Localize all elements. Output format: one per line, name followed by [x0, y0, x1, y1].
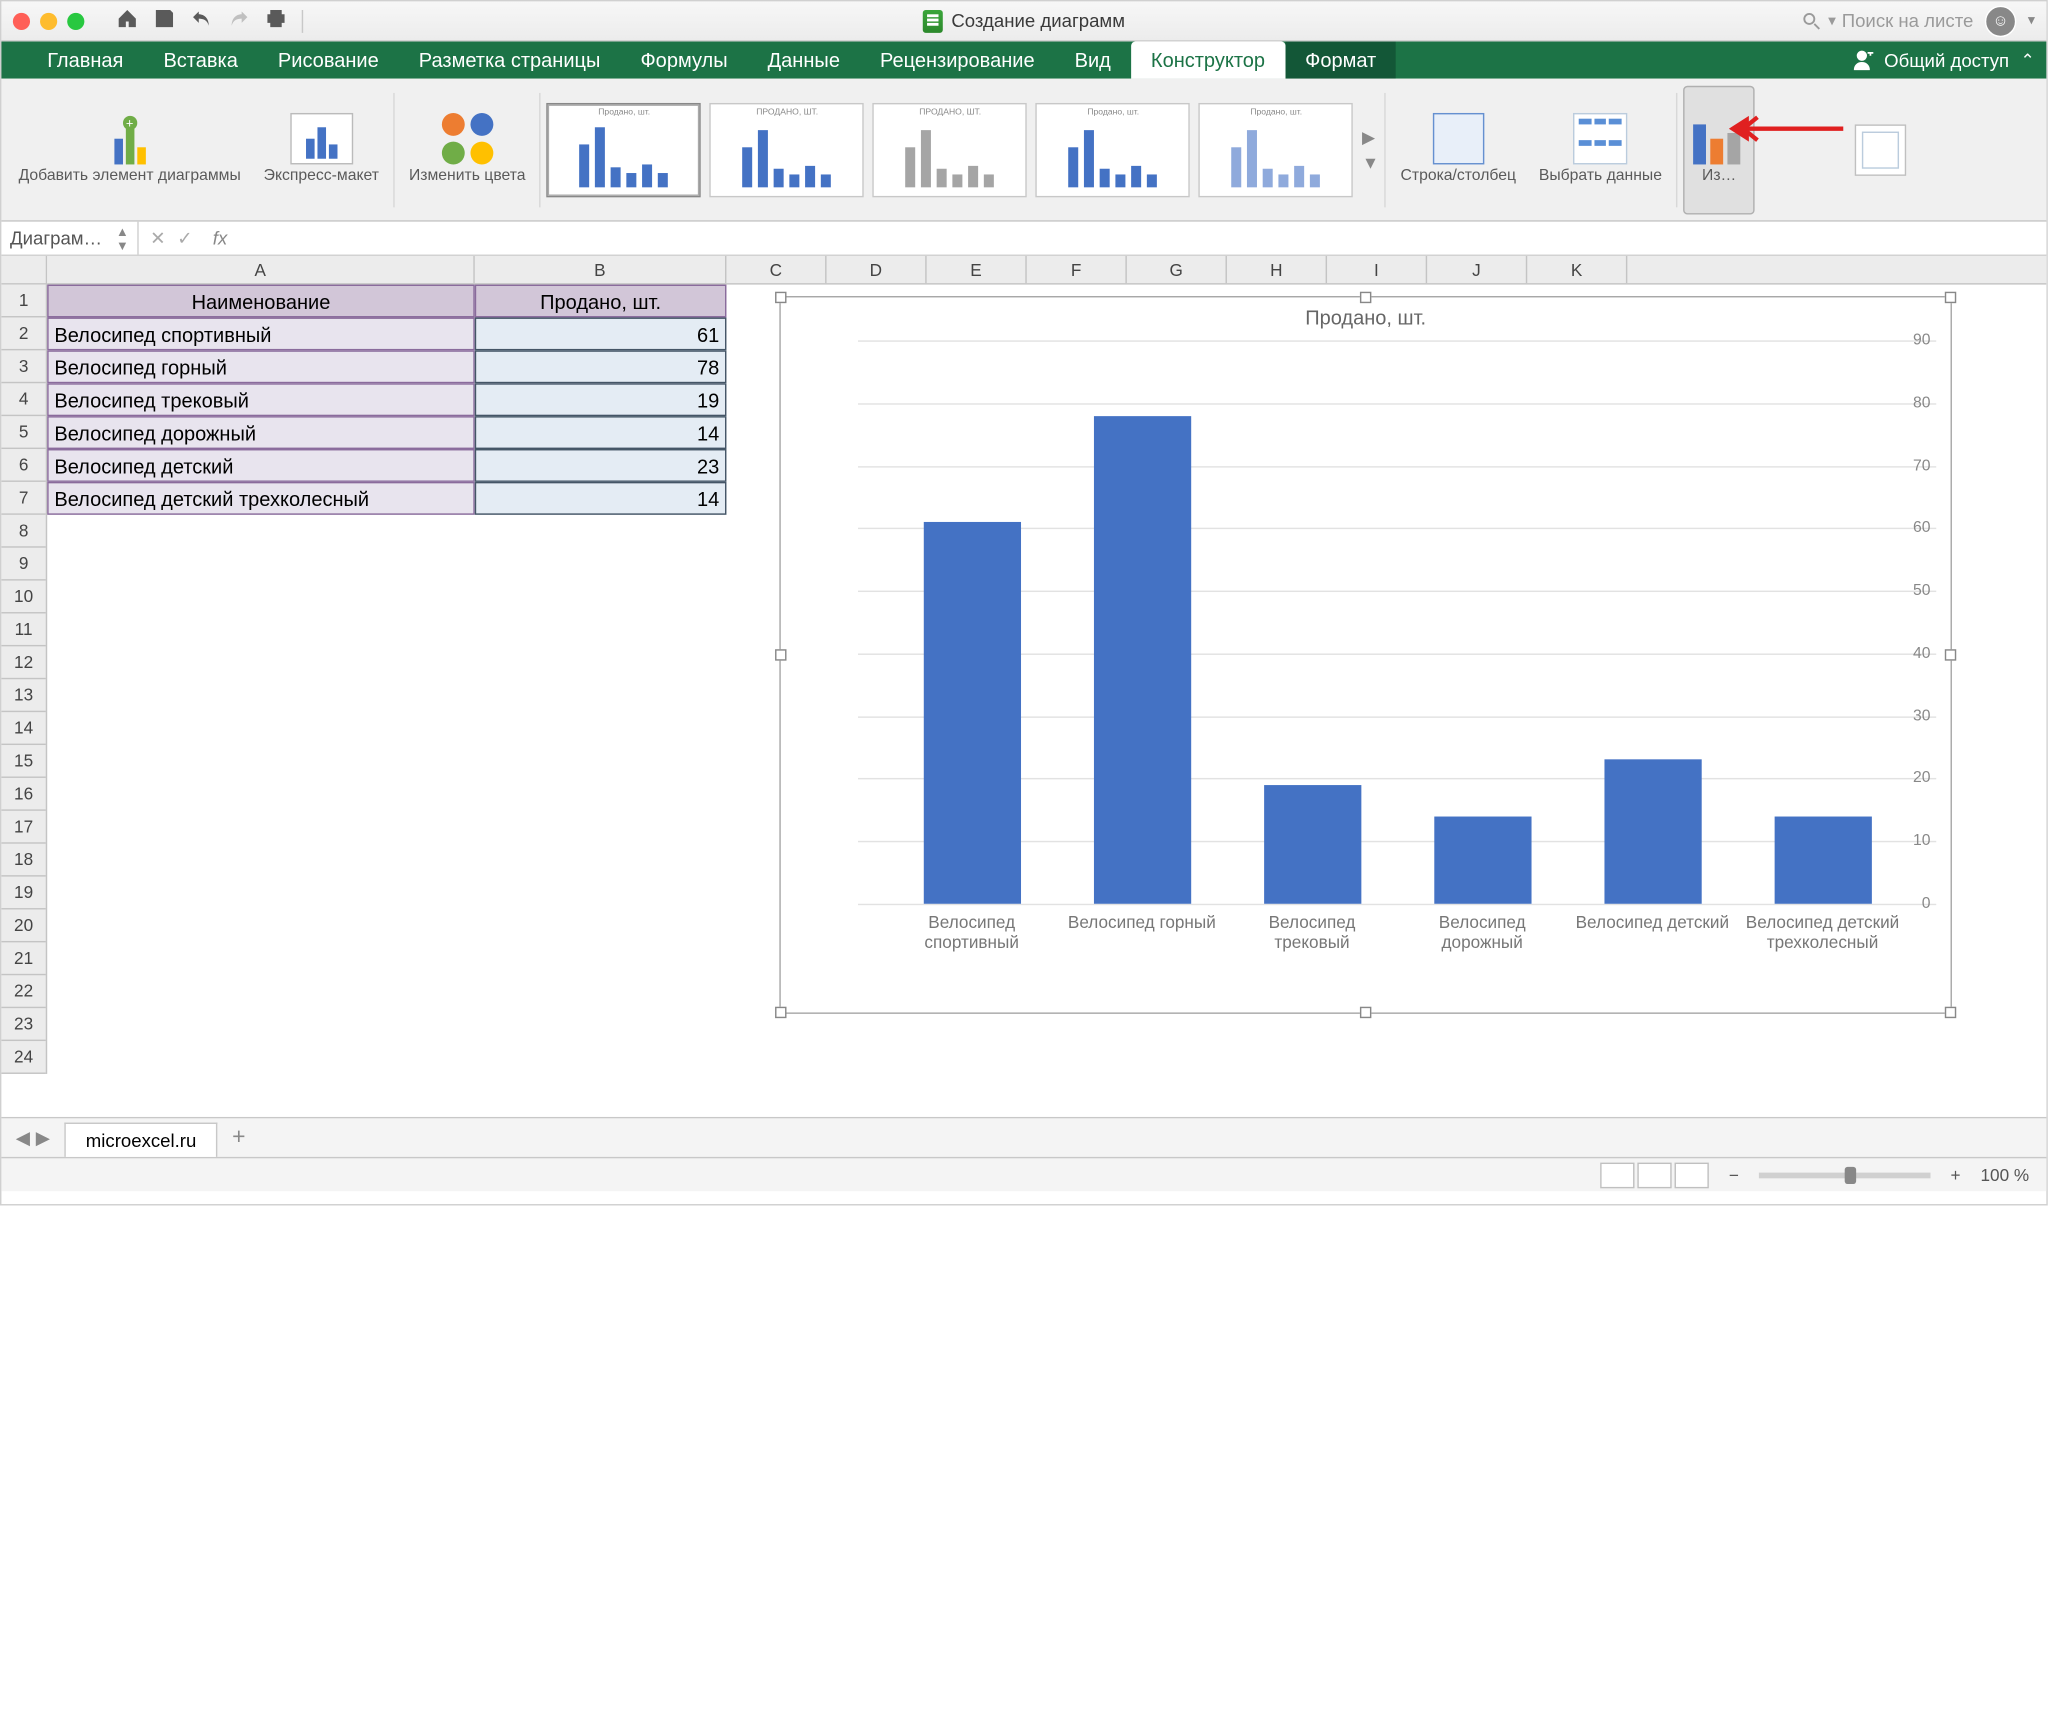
select-all-corner[interactable] — [1, 256, 47, 285]
tab-design[interactable]: Конструктор — [1131, 41, 1285, 78]
collapse-ribbon-icon[interactable]: ⌃ — [2021, 50, 2035, 70]
zoom-out-icon[interactable]: − — [1729, 1165, 1739, 1185]
add-sheet-button[interactable]: + — [218, 1125, 260, 1151]
redo-icon[interactable] — [227, 6, 250, 35]
view-buttons[interactable] — [1600, 1162, 1709, 1188]
share-button[interactable]: Общий доступ — [1853, 49, 2009, 70]
titlebar: Создание диаграмм ▾ Поиск на листе ☺ ▾ — [1, 1, 2046, 41]
zoom-level[interactable]: 100 % — [1981, 1165, 2030, 1185]
switch-row-column-button[interactable]: Строка/столбец — [1392, 85, 1525, 214]
tab-draw[interactable]: Рисование — [258, 41, 399, 78]
status-bar: − + 100 % — [1, 1157, 2046, 1191]
chart-styles-gallery[interactable]: Продано, шт. ПРОДАНО, ШТ. ПРОДАНО, ШТ. П… — [547, 102, 1379, 196]
chart-style-1[interactable]: Продано, шт. — [547, 102, 701, 196]
confirm-icon[interactable]: ✓ — [177, 227, 193, 250]
column-headers[interactable]: ABCDEFGHIJK — [47, 256, 2046, 285]
save-icon[interactable] — [153, 6, 176, 35]
zoom-in-icon[interactable]: + — [1950, 1165, 1960, 1185]
chart-style-4[interactable]: Продано, шт. — [1036, 102, 1190, 196]
chart-style-3[interactable]: ПРОДАНО, ШТ. — [873, 102, 1027, 196]
chart-style-5[interactable]: Продано, шт. — [1199, 102, 1353, 196]
move-chart-button[interactable] — [1846, 85, 1915, 214]
feedback-icon[interactable]: ☺ — [1985, 5, 2016, 36]
chart-x-labels: Велосипед спортивныйВелосипед горныйВело… — [858, 912, 1936, 1004]
next-sheet-icon[interactable]: ▶ — [36, 1126, 50, 1149]
document-title: Создание диаграмм — [923, 9, 1125, 32]
style-gallery-nav[interactable]: ▶▼ — [1362, 127, 1379, 173]
print-icon[interactable] — [265, 6, 288, 35]
row-headers[interactable]: 123456789101112131415161718192021222324 — [1, 285, 47, 1074]
tab-layout[interactable]: Разметка страницы — [399, 41, 621, 78]
name-box[interactable]: Диаграм…▲▼ — [1, 222, 138, 255]
tab-insert[interactable]: Вставка — [143, 41, 257, 78]
tab-review[interactable]: Рецензирование — [860, 41, 1055, 78]
chart-style-2[interactable]: ПРОДАНО, ШТ. — [710, 102, 864, 196]
chart-plot-area[interactable]: 0102030405060708090 — [818, 340, 1936, 903]
undo-icon[interactable] — [190, 6, 213, 35]
chart-object[interactable]: Продано, шт. 0102030405060708090 Велосип… — [779, 296, 1952, 1014]
zoom-slider[interactable] — [1759, 1172, 1931, 1178]
sheet-tab[interactable]: microexcel.ru — [64, 1122, 217, 1156]
fx-icon[interactable]: fx — [213, 227, 227, 248]
tab-data[interactable]: Данные — [748, 41, 860, 78]
window-controls[interactable] — [13, 12, 84, 29]
quick-access-toolbar — [116, 6, 303, 35]
excel-doc-icon — [923, 9, 943, 32]
tab-view[interactable]: Вид — [1055, 41, 1131, 78]
home-icon[interactable] — [116, 6, 139, 35]
change-colors-button[interactable]: Изменить цвета — [400, 85, 534, 214]
quick-layout-button[interactable]: Экспресс-макет — [255, 85, 387, 214]
tab-home[interactable]: Главная — [27, 41, 143, 78]
sheet-tabs: ◀ ▶ microexcel.ru + — [1, 1117, 2046, 1157]
prev-sheet-icon[interactable]: ◀ — [16, 1126, 30, 1149]
annotation-arrow — [1717, 110, 1846, 151]
tab-format[interactable]: Формат — [1285, 41, 1396, 78]
select-data-button[interactable]: Выбрать данные — [1530, 85, 1670, 214]
cancel-icon[interactable]: ✕ — [150, 227, 166, 250]
formula-bar: Диаграм…▲▼ ✕ ✓ fx — [1, 222, 2046, 256]
ribbon: + Добавить элемент диаграммы Экспресс-ма… — [1, 79, 2046, 222]
worksheet-grid[interactable]: ABCDEFGHIJK 1234567891011121314151617181… — [1, 256, 2046, 1117]
add-chart-element-button[interactable]: + Добавить элемент диаграммы — [10, 85, 249, 214]
ribbon-tabs: Главная Вставка Рисование Разметка стран… — [1, 41, 2046, 78]
search-box[interactable]: ▾ Поиск на листе — [1802, 10, 1973, 31]
tab-formulas[interactable]: Формулы — [620, 41, 747, 78]
